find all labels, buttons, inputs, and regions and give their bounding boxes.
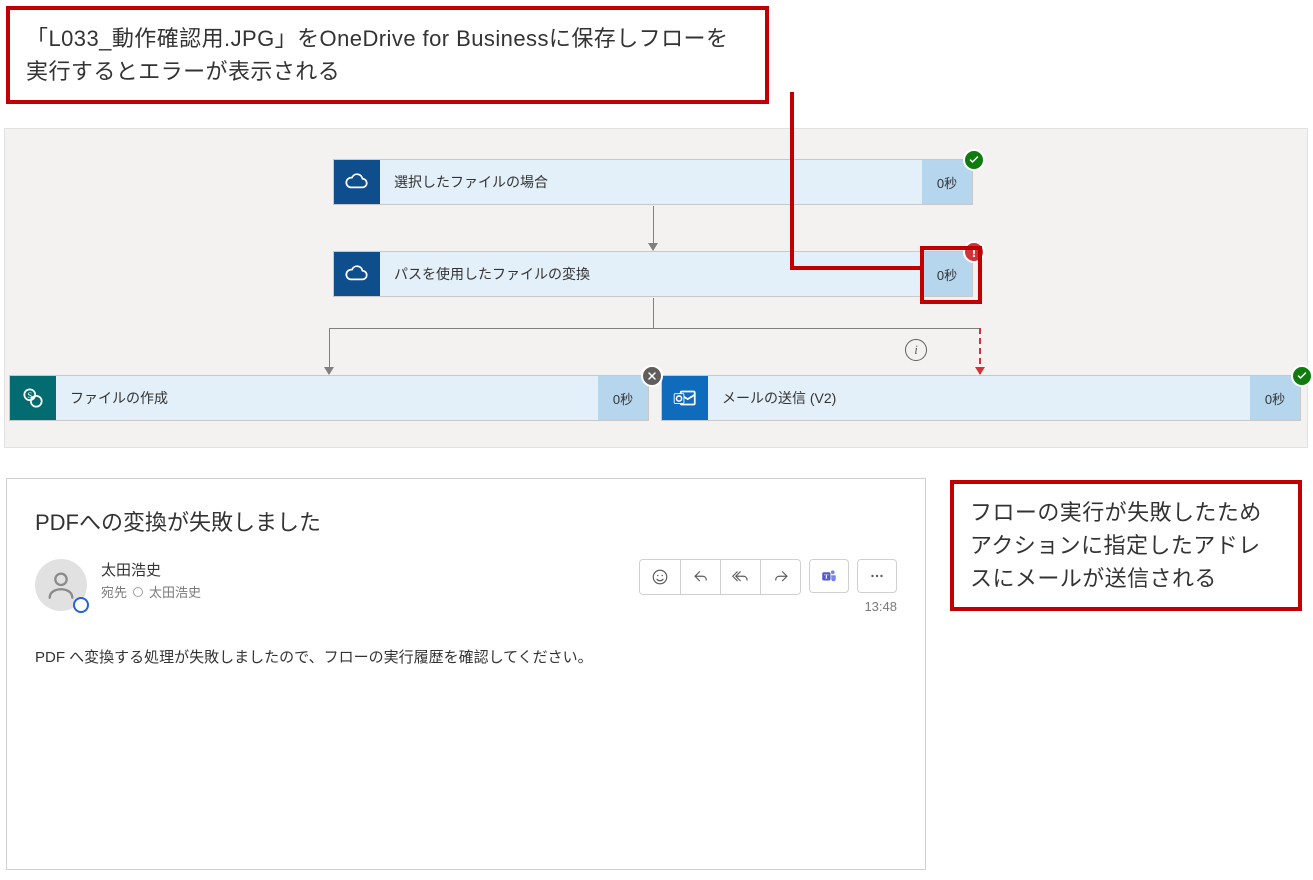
presence-indicator — [73, 597, 89, 613]
svg-text:T: T — [824, 573, 829, 580]
step-label: メールの送信 (V2) — [708, 376, 1250, 420]
step-label: パスを使用したファイルの変換 — [380, 252, 922, 296]
status-badge-success — [1291, 365, 1313, 387]
avatar — [35, 559, 87, 611]
sharepoint-icon: S — [10, 376, 56, 420]
onedrive-icon — [334, 252, 380, 296]
flow-arrow — [653, 298, 654, 328]
recipient-presence-dot — [133, 587, 143, 597]
flow-step-create-file[interactable]: S ファイルの作成 0秒 — [9, 375, 649, 421]
flow-arrow-left — [329, 328, 330, 374]
recipient-label: 宛先 — [101, 582, 127, 601]
sender-name: 太田浩史 — [101, 559, 625, 580]
forward-button[interactable] — [760, 560, 800, 594]
status-badge-cancelled — [641, 365, 663, 387]
email-body: PDF へ変換する処理が失敗しましたので、フローの実行履歴を確認してください。 — [35, 645, 897, 671]
reply-button[interactable] — [680, 560, 720, 594]
reply-all-button[interactable] — [720, 560, 760, 594]
step-label: ファイルの作成 — [56, 376, 598, 420]
flow-split-bar — [329, 328, 979, 329]
react-button[interactable] — [640, 560, 680, 594]
reaction-reply-group — [639, 559, 801, 595]
flow-step-send-mail[interactable]: メールの送信 (V2) 0秒 — [661, 375, 1301, 421]
callout-right: フローの実行が失敗したためアクションに指定したアドレスにメールが送信される — [950, 480, 1302, 611]
flow-step-convert[interactable]: パスを使用したファイルの変換 0秒 — [333, 251, 973, 297]
info-icon[interactable]: i — [905, 339, 927, 361]
step-duration: 0秒 — [598, 376, 648, 420]
callout-connector-vertical — [790, 92, 794, 270]
email-header: 太田浩史 宛先 太田浩史 — [35, 559, 897, 611]
recipient-name: 太田浩史 — [149, 582, 201, 601]
recipient-row: 宛先 太田浩史 — [101, 582, 625, 601]
email-action-bar: T — [639, 559, 897, 595]
flow-step-trigger[interactable]: 選択したファイルの場合 0秒 — [333, 159, 973, 205]
flow-arrow — [653, 206, 654, 250]
callout-top: 「L033_動作確認用.JPG」をOneDrive for Businessに保… — [6, 6, 769, 104]
callout-connector-horizontal — [790, 266, 920, 270]
email-subject: PDFへの変換が失敗しました — [35, 505, 897, 537]
flow-run-canvas: 選択したファイルの場合 0秒 パスを使用したファイルの変換 0秒 ! i S フ… — [4, 128, 1308, 448]
flow-arrow-right-error — [979, 328, 981, 374]
onedrive-icon — [334, 160, 380, 204]
svg-text:S: S — [27, 390, 32, 400]
status-badge-success — [963, 149, 985, 171]
sender-block: 太田浩史 宛先 太田浩史 — [101, 559, 625, 601]
email-time: 13:48 — [864, 599, 897, 614]
email-preview-panel: PDFへの変換が失敗しました 太田浩史 宛先 太田浩史 — [6, 478, 926, 870]
more-actions-button[interactable] — [857, 559, 897, 593]
step-label: 選択したファイルの場合 — [380, 160, 922, 204]
teams-share-button[interactable]: T — [809, 559, 849, 593]
highlight-error-duration — [920, 246, 982, 304]
outlook-icon — [662, 376, 708, 420]
